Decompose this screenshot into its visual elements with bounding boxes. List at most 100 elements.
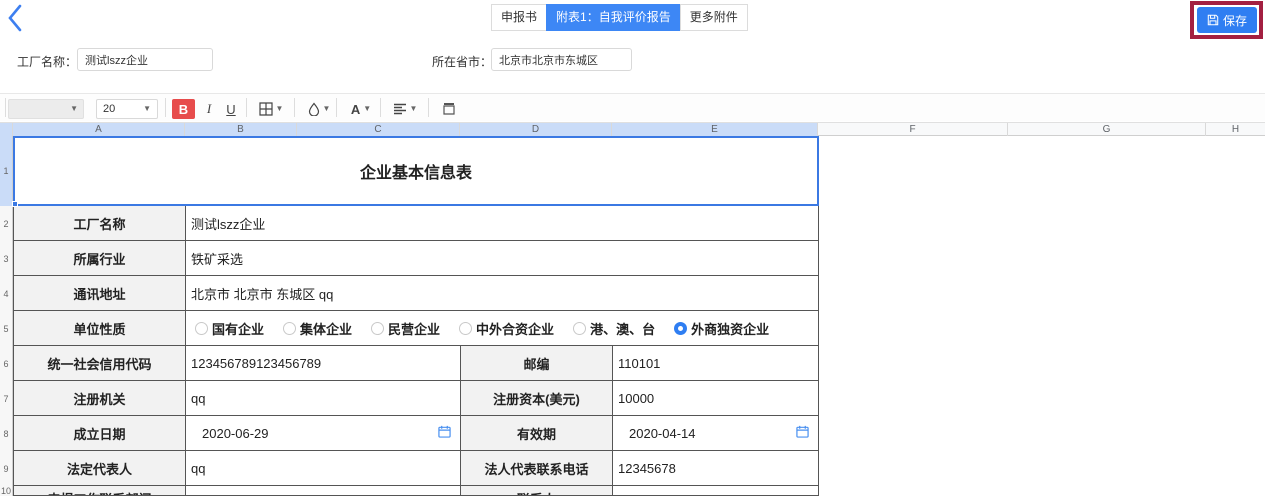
font-color-button[interactable]: A ▼: [343, 99, 379, 119]
tab-self-evaluation-report[interactable]: 附表1：自我评价报告: [546, 4, 681, 31]
row-value-cell[interactable]: [186, 486, 461, 495]
tab-more-attachments[interactable]: 更多附件: [680, 4, 748, 31]
table-row-title: 企业基本信息表: [14, 136, 819, 206]
radio-icon: [283, 322, 296, 335]
date-value: 2020-04-14: [629, 426, 696, 441]
row-header[interactable]: 9: [0, 451, 12, 486]
row-header[interactable]: 7: [0, 381, 12, 416]
caret-down-icon: ▼: [276, 105, 284, 113]
radio-label: 港、澳、台: [590, 319, 655, 338]
row-value-cell[interactable]: 110101: [613, 346, 819, 380]
column-header[interactable]: E: [612, 123, 818, 136]
calendar-icon[interactable]: [796, 425, 809, 441]
row-label-cell: 注册资本(美元): [461, 381, 613, 415]
radio-hk-macau-taiwan[interactable]: 港、澳、台: [573, 319, 655, 338]
row-header[interactable]: 2: [0, 206, 12, 241]
column-header[interactable]: G: [1008, 123, 1206, 136]
row-label-cell: 法定代表人: [14, 451, 186, 485]
back-button[interactable]: [3, 3, 29, 33]
table-row: 通讯地址 北京市 北京市 东城区 qq: [14, 276, 819, 311]
unit-nature-radio-group: 国有企业 集体企业 民营企业 中外合资企业: [186, 319, 769, 338]
toolbar-separator: [246, 98, 247, 117]
row-header[interactable]: 5: [0, 311, 12, 346]
row-label-cell: 注册机关: [14, 381, 186, 415]
row-label-cell: 通讯地址: [14, 276, 186, 310]
fill-color-button[interactable]: ▼: [301, 99, 337, 119]
toolbar-separator: [336, 98, 337, 117]
tab-declaration-form[interactable]: 申报书: [491, 4, 547, 31]
radio-joint-venture[interactable]: 中外合资企业: [459, 319, 554, 338]
row-header-gutter: 1 2 3 4 5 6 7 8 9 10: [0, 136, 13, 496]
radio-icon: [459, 322, 472, 335]
toolbar-separator: [294, 98, 295, 117]
align-lines-icon: [393, 103, 407, 115]
row-label-cell: 所属行业: [14, 241, 186, 275]
row-header[interactable]: 10: [0, 486, 12, 496]
table-row: 法定代表人 qq 法人代表联系电话 12345678: [14, 451, 819, 486]
radio-icon: [371, 322, 384, 335]
row-label-cell: 统一社会信用代码: [14, 346, 186, 380]
droplet-icon: [308, 102, 320, 116]
column-header[interactable]: H: [1206, 123, 1265, 136]
row-value-cell[interactable]: 10000: [613, 381, 819, 415]
row-value-cell[interactable]: 123456789123456789: [186, 346, 461, 380]
row-value-cell[interactable]: 12345678: [613, 451, 819, 485]
row-header[interactable]: 6: [0, 346, 12, 381]
row-value-cell[interactable]: qq: [186, 451, 461, 485]
table-row: 所属行业 铁矿采选: [14, 241, 819, 276]
row-label-cell: 法人代表联系电话: [461, 451, 613, 485]
row-header[interactable]: 4: [0, 276, 12, 311]
table-row-dates: 成立日期 2020-06-29 有效期 2020-04-14: [14, 416, 819, 451]
font-family-select[interactable]: ▼: [8, 99, 84, 119]
caret-down-icon: ▼: [410, 105, 418, 113]
radio-collective[interactable]: 集体企业: [283, 319, 352, 338]
borders-grid-icon: [259, 102, 273, 116]
table-row: 工厂名称 测试lszz企业: [14, 206, 819, 241]
row-label-cell: 邮编: [461, 346, 613, 380]
date-value: 2020-06-29: [202, 426, 269, 441]
underline-button[interactable]: U: [221, 99, 241, 119]
radio-state-owned[interactable]: 国有企业: [195, 319, 264, 338]
valid-date-cell[interactable]: 2020-04-14: [613, 416, 819, 450]
column-header[interactable]: D: [460, 123, 612, 136]
calendar-icon[interactable]: [438, 425, 451, 441]
column-header[interactable]: B: [185, 123, 297, 136]
factory-name-input[interactable]: [77, 48, 213, 71]
bold-button[interactable]: B: [172, 99, 195, 119]
font-size-select[interactable]: 20 ▼: [96, 99, 158, 119]
radio-label: 外商独资企业: [691, 319, 769, 338]
column-header[interactable]: A: [13, 123, 185, 136]
caret-down-icon: ▼: [143, 105, 151, 113]
province-city-label: 所在省市：: [432, 53, 492, 70]
province-city-input[interactable]: [491, 48, 632, 71]
text-align-button[interactable]: ▼: [387, 99, 423, 119]
radio-label: 国有企业: [212, 319, 264, 338]
column-header[interactable]: F: [818, 123, 1008, 136]
column-header[interactable]: C: [297, 123, 460, 136]
row-value-cell[interactable]: 测试lszz企业: [186, 206, 819, 240]
table-row-unit-nature: 单位性质 国有企业 集体企业 民营企业: [14, 311, 819, 346]
save-button[interactable]: 保存: [1197, 7, 1257, 33]
row-header[interactable]: 3: [0, 241, 12, 276]
radio-private[interactable]: 民营企业: [371, 319, 440, 338]
caret-down-icon: ▼: [323, 105, 331, 113]
row-value-cell[interactable]: 北京市 北京市 东城区 qq: [186, 276, 819, 310]
toolbar-separator: [5, 98, 6, 117]
radio-icon: [573, 322, 586, 335]
cell-borders-button[interactable]: ▼: [253, 99, 289, 119]
row-value-cell[interactable]: qq: [186, 381, 461, 415]
row-header[interactable]: 1: [0, 136, 12, 206]
row-header[interactable]: 8: [0, 416, 12, 451]
establish-date-cell[interactable]: 2020-06-29: [186, 416, 461, 450]
radio-foreign-owned[interactable]: 外商独资企业: [674, 319, 769, 338]
table-title-cell[interactable]: 企业基本信息表: [14, 136, 819, 205]
merge-cells-button[interactable]: [437, 99, 461, 119]
row-label-cell: 联系人: [461, 486, 613, 495]
row-value-cell[interactable]: [613, 486, 819, 495]
factory-name-label: 工厂名称：: [17, 53, 77, 70]
row-label-cell: 申报工作联系部门: [14, 486, 186, 495]
merge-cells-icon: [442, 102, 456, 116]
italic-button[interactable]: I: [199, 99, 219, 119]
row-value-cell[interactable]: 铁矿采选: [186, 241, 819, 275]
sheet-corner-cell[interactable]: [0, 123, 13, 136]
